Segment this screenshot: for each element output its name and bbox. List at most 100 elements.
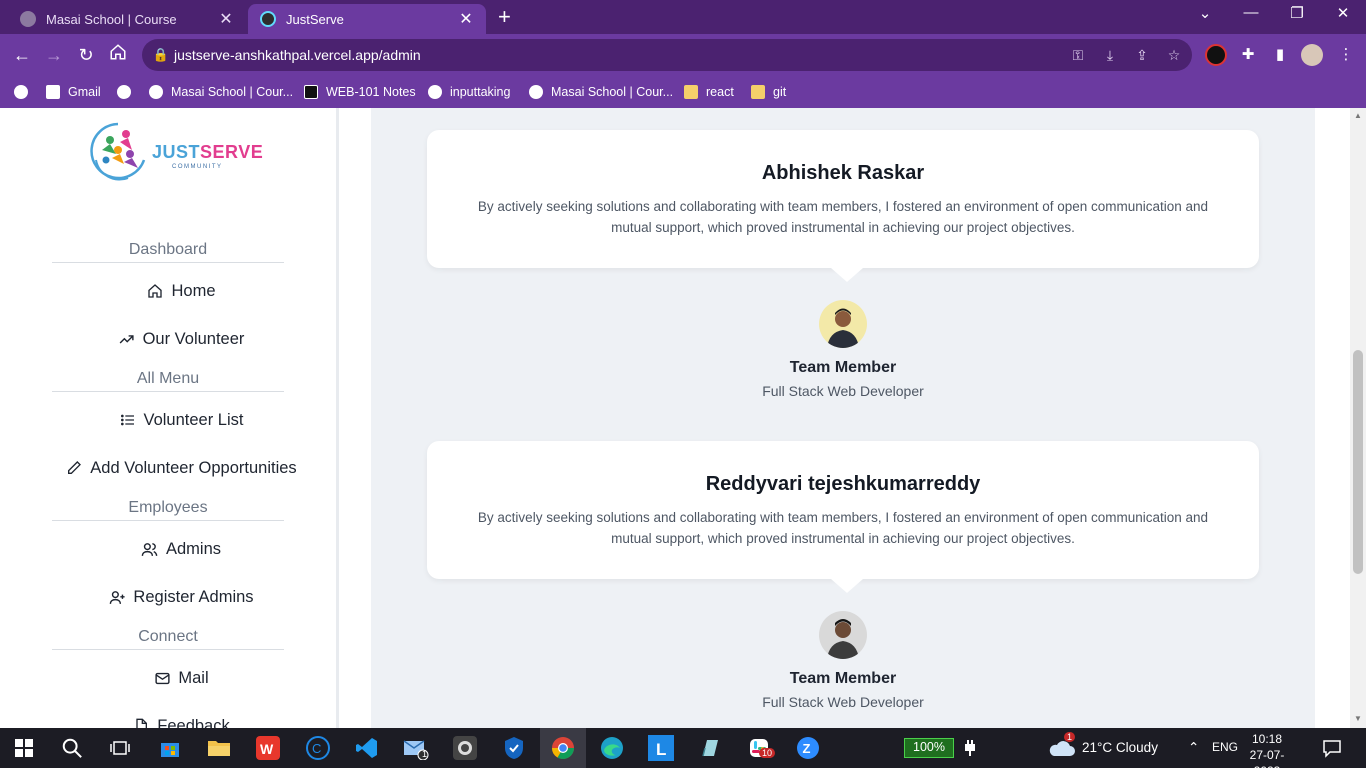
slack-icon[interactable]: 10 bbox=[745, 734, 776, 762]
bookmark-git[interactable]: git bbox=[751, 82, 786, 102]
testimonial-card: Abhishek Raskar By actively seeking solu… bbox=[427, 130, 1259, 282]
language-indicator[interactable]: ENG bbox=[1212, 740, 1238, 754]
battery-indicator[interactable]: 100% bbox=[904, 738, 954, 758]
file-explorer-icon[interactable] bbox=[205, 734, 233, 762]
l-app-icon[interactable]: L bbox=[647, 734, 675, 762]
edge-icon[interactable] bbox=[598, 734, 626, 762]
notion-icon bbox=[304, 85, 318, 99]
c-app-icon[interactable]: C bbox=[304, 734, 332, 762]
cloud-weather-icon[interactable]: 1 bbox=[1048, 732, 1076, 762]
sidebar-item-label: Add Volunteer Opportunities bbox=[90, 458, 297, 477]
member-title: Full Stack Web Developer bbox=[762, 383, 924, 399]
chevron-down-icon[interactable]: ⌄ bbox=[1193, 4, 1217, 22]
tab-masai-school[interactable]: Masai School | Course ✕ bbox=[8, 4, 246, 34]
testimonial-card: Reddyvari tejeshkumarreddy By actively s… bbox=[427, 441, 1259, 593]
close-window-button[interactable]: ✕ bbox=[1331, 4, 1355, 22]
weather-text[interactable]: 21°C Cloudy bbox=[1082, 740, 1158, 755]
search-icon[interactable] bbox=[58, 734, 86, 762]
reload-button[interactable]: ↻ bbox=[74, 43, 98, 67]
side-panel-icon[interactable]: ▮ bbox=[1268, 43, 1292, 67]
section-divider bbox=[52, 520, 284, 521]
tab-justserve[interactable]: JustServe ✕ bbox=[248, 4, 486, 34]
clock[interactable]: 10:18 27-07-2023 bbox=[1242, 731, 1292, 768]
svg-text:Z: Z bbox=[803, 741, 811, 756]
file-icon bbox=[132, 717, 150, 728]
puzzle-icon[interactable]: ✚ bbox=[1236, 43, 1260, 67]
section-label-connect: Connect bbox=[138, 628, 198, 645]
bookmark-inputtaking[interactable]: inputtaking bbox=[428, 82, 510, 102]
scrollbar-thumb[interactable] bbox=[1353, 350, 1363, 574]
svg-text:L: L bbox=[656, 740, 666, 759]
member-role: Team Member bbox=[789, 670, 897, 687]
windows-start-icon[interactable] bbox=[10, 734, 38, 762]
folder-icon bbox=[684, 85, 698, 99]
new-tab-button[interactable]: + bbox=[498, 6, 511, 28]
install-icon[interactable]: ⤓ bbox=[1100, 45, 1120, 65]
home-button[interactable] bbox=[106, 43, 130, 67]
globe-icon bbox=[529, 85, 543, 99]
card-pointer bbox=[831, 579, 863, 593]
sidebar-item-register-admins[interactable]: Register Admins bbox=[40, 582, 322, 612]
vscode-icon[interactable] bbox=[353, 734, 381, 762]
bookmark-web101[interactable]: WEB-101 Notes bbox=[304, 82, 416, 102]
bookmark-react[interactable]: react bbox=[684, 82, 734, 102]
sidebar-item-home[interactable]: Home bbox=[40, 276, 322, 306]
minimize-button[interactable]: — bbox=[1239, 4, 1263, 21]
page-scrollbar[interactable]: ▲ ▼ bbox=[1350, 108, 1366, 728]
trending-up-icon bbox=[118, 330, 136, 348]
restore-button[interactable]: ❐ bbox=[1285, 4, 1309, 22]
zoom-icon[interactable]: Z bbox=[794, 734, 822, 762]
wps-office-icon[interactable]: W bbox=[254, 734, 282, 762]
sidebar-item-our-volunteer[interactable]: Our Volunteer bbox=[40, 324, 322, 354]
forward-button[interactable]: → bbox=[42, 43, 66, 67]
sidebar-item-mail[interactable]: Mail bbox=[40, 663, 322, 693]
close-tab-icon[interactable]: ✕ bbox=[458, 9, 474, 29]
extension-icon[interactable] bbox=[1205, 44, 1227, 66]
justserve-logo[interactable]: JUSTSERVE COMMUNITY bbox=[88, 120, 263, 186]
section-label-all-menu: All Menu bbox=[136, 370, 200, 387]
star-icon[interactable]: ☆ bbox=[1164, 45, 1184, 65]
sidebar-item-feedback[interactable]: Feedback bbox=[40, 711, 322, 728]
member-role: Team Member bbox=[789, 359, 897, 376]
section-divider bbox=[52, 262, 284, 263]
menu-icon[interactable]: ⋮ bbox=[1334, 43, 1358, 67]
chevron-up-icon[interactable]: ⌃ bbox=[1188, 740, 1199, 756]
sidebar-item-admins[interactable]: Admins bbox=[40, 534, 322, 564]
bookmark-gmail[interactable]: Gmail bbox=[46, 82, 101, 102]
weather-badge: 1 bbox=[1064, 732, 1076, 742]
sidebar-item-volunteer-list[interactable]: Volunteer List bbox=[40, 405, 322, 435]
testimonials-section: Abhishek Raskar By actively seeking solu… bbox=[371, 108, 1315, 728]
sidebar-item-add-volunteer-opportunities[interactable]: Add Volunteer Opportunities bbox=[40, 453, 322, 483]
close-tab-icon[interactable]: ✕ bbox=[218, 9, 234, 29]
list-icon bbox=[119, 411, 137, 429]
task-view-icon[interactable] bbox=[106, 734, 134, 762]
store-icon[interactable] bbox=[156, 734, 184, 762]
logo-tagline: COMMUNITY bbox=[172, 164, 223, 170]
outlook-badge: 1 bbox=[422, 749, 428, 759]
power-plug-icon bbox=[956, 734, 984, 762]
scroll-up-icon[interactable]: ▲ bbox=[1353, 111, 1363, 121]
bookmark-globe-2[interactable] bbox=[117, 82, 139, 102]
section-label-dashboard: Dashboard bbox=[128, 241, 208, 258]
chrome-icon[interactable] bbox=[549, 734, 577, 762]
globe-icon bbox=[14, 85, 28, 99]
scroll-down-icon[interactable]: ▼ bbox=[1353, 714, 1363, 724]
vpn-shield-icon[interactable] bbox=[500, 734, 528, 762]
bookmark-globe[interactable] bbox=[14, 82, 36, 102]
key-icon[interactable]: ⚿ bbox=[1068, 45, 1088, 65]
github-icon[interactable] bbox=[451, 734, 479, 762]
notification-icon[interactable] bbox=[1318, 734, 1346, 762]
lock-icon[interactable]: 🔒 bbox=[152, 46, 170, 64]
outlook-icon[interactable]: 1 bbox=[402, 734, 430, 762]
back-button[interactable]: ← bbox=[10, 43, 34, 67]
bookmark-masai-2[interactable]: Masai School | Cour... bbox=[529, 82, 673, 102]
users-icon bbox=[141, 540, 159, 558]
windows-taskbar: W C 1 L 10 Z 100% 1 21°C Cloudy ⌃ ENG 10… bbox=[0, 728, 1366, 768]
bookmark-masai-1[interactable]: Masai School | Cour... bbox=[149, 82, 293, 102]
url-text[interactable]: justserve-anshkathpal.vercel.app/admin bbox=[174, 47, 421, 63]
browser-toolbar: ← → ↻ 🔒 justserve-anshkathpal.vercel.app… bbox=[0, 34, 1366, 76]
notes-app-icon[interactable] bbox=[696, 734, 724, 762]
share-icon[interactable]: ⇪ bbox=[1132, 45, 1152, 65]
profile-avatar[interactable] bbox=[1301, 44, 1323, 66]
address-bar[interactable]: 🔒 justserve-anshkathpal.vercel.app/admin… bbox=[142, 39, 1192, 71]
